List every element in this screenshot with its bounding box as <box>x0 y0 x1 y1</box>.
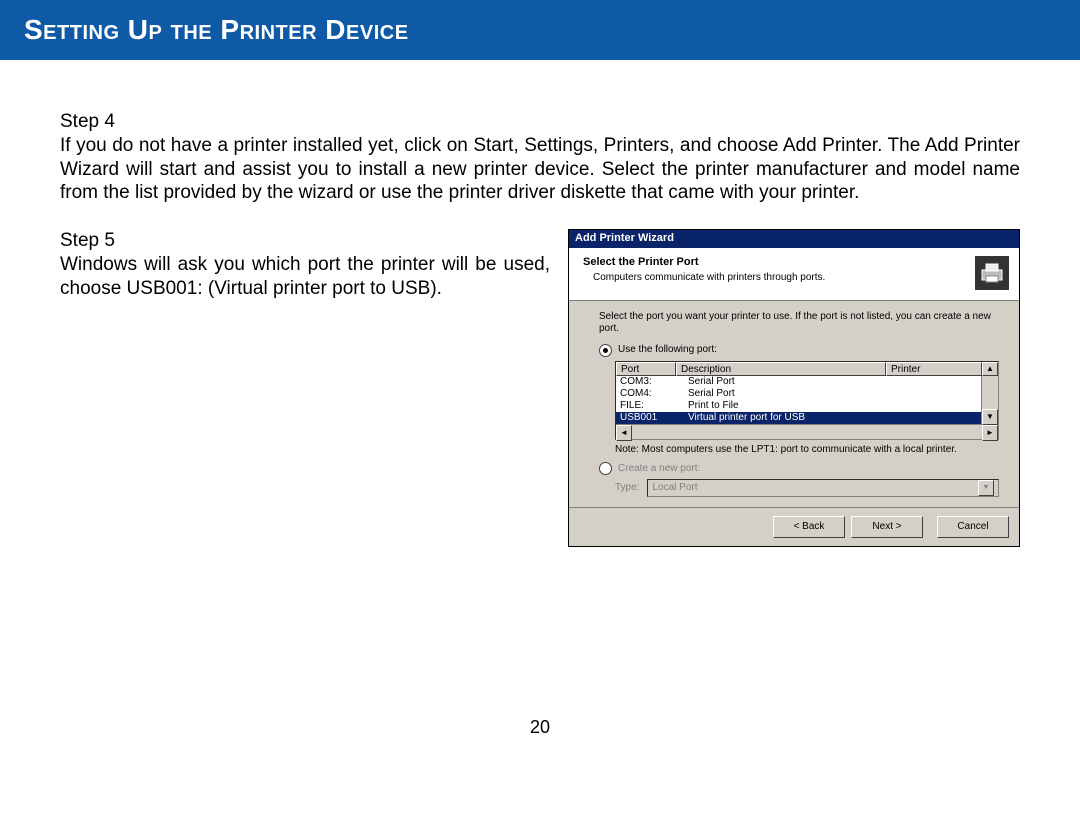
back-button[interactable]: < Back <box>773 516 845 538</box>
wizard-titlebar: Add Printer Wizard <box>569 230 1019 248</box>
printer-icon <box>975 256 1009 290</box>
type-value: Local Port <box>652 482 697 495</box>
wizard-note: Note: Most computers use the LPT1: port … <box>615 444 999 457</box>
radio-use-following-port[interactable]: Use the following port: <box>599 344 999 357</box>
wizard-title-text: Add Printer Wizard <box>575 232 674 244</box>
radio-create-new-port[interactable]: Create a new port: <box>599 462 999 475</box>
chevron-down-icon: ▼ <box>978 480 994 496</box>
port-list-header: Port Description Printer ▲ <box>616 362 998 376</box>
col-printer[interactable]: Printer <box>886 362 982 376</box>
wizard-subheader: Select the Printer Port Computers commun… <box>569 248 1019 301</box>
radio-icon <box>599 344 612 357</box>
cancel-button[interactable]: Cancel <box>937 516 1009 538</box>
scroll-up-icon[interactable]: ▲ <box>982 362 998 376</box>
add-printer-wizard-dialog: Add Printer Wizard Select the Printer Po… <box>568 229 1020 547</box>
radio-icon <box>599 462 612 475</box>
scroll-down-icon[interactable]: ▼ <box>982 409 998 425</box>
horizontal-scrollbar[interactable]: ◄ ► <box>616 424 998 439</box>
step5-body: Windows will ask you which port the prin… <box>60 253 550 301</box>
wizard-subheader-title: Select the Printer Port <box>583 256 825 270</box>
radio-create-label: Create a new port: <box>618 463 700 476</box>
table-row[interactable]: FILE: Print to File <box>616 400 998 412</box>
step4-label: Step 4 <box>60 110 1020 134</box>
type-dropdown: Local Port ▼ <box>647 479 999 497</box>
page-body: Step 4 If you do not have a printer inst… <box>0 60 1080 750</box>
col-port[interactable]: Port <box>616 362 676 376</box>
scroll-left-icon[interactable]: ◄ <box>616 425 632 441</box>
type-label: Type: <box>615 482 639 495</box>
port-list[interactable]: Port Description Printer ▲ COM3: Serial … <box>615 361 999 440</box>
wizard-instruction: Select the port you want your printer to… <box>599 311 999 336</box>
table-row-selected[interactable]: USB001 Virtual printer port for USB <box>616 412 998 424</box>
page-number: 20 <box>0 716 1080 739</box>
wizard-footer: < Back Next > Cancel <box>569 507 1019 546</box>
wizard-subheader-desc: Computers communicate with printers thro… <box>593 272 825 285</box>
page-header-title: Setting Up the Printer Device <box>24 14 409 45</box>
step5-label: Step 5 <box>60 229 550 253</box>
radio-use-label: Use the following port: <box>618 344 717 357</box>
step4-body: If you do not have a printer installed y… <box>60 134 1020 205</box>
vertical-scrollbar[interactable]: ▼ <box>981 376 998 425</box>
scroll-right-icon[interactable]: ► <box>982 425 998 441</box>
col-description[interactable]: Description <box>676 362 886 376</box>
table-row[interactable]: COM3: Serial Port <box>616 376 998 388</box>
page-header: Setting Up the Printer Device <box>0 0 1080 60</box>
next-button[interactable]: Next > <box>851 516 923 538</box>
table-row[interactable]: COM4: Serial Port <box>616 388 998 400</box>
